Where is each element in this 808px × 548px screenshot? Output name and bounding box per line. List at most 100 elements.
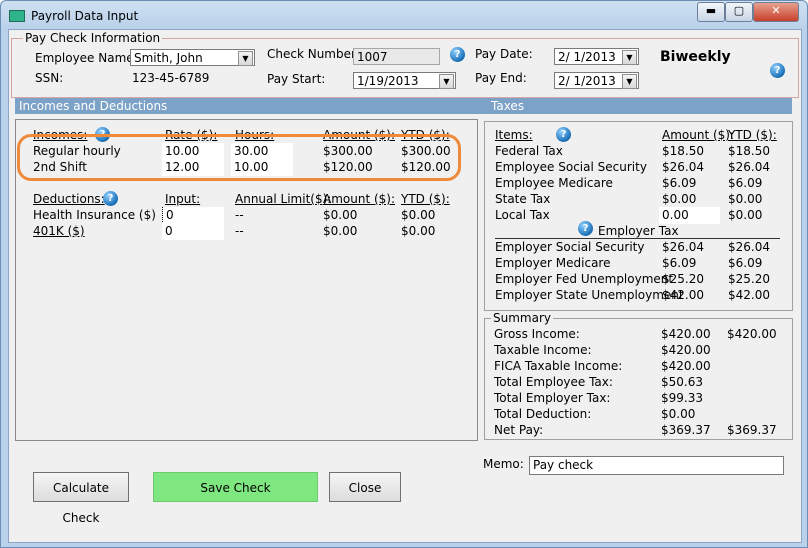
deductions-header: Deductions: bbox=[33, 192, 105, 206]
summary-current: $420.00 bbox=[661, 359, 711, 373]
frequency-help-icon[interactable]: ? bbox=[770, 63, 785, 78]
tax-item-ytd: $26.04 bbox=[728, 160, 770, 174]
maximize-button[interactable]: ▢ bbox=[725, 2, 753, 22]
chevron-down-icon[interactable]: ▼ bbox=[439, 74, 454, 89]
deductions-help-icon[interactable]: ? bbox=[103, 191, 118, 206]
summary-current: $420.00 bbox=[661, 327, 711, 341]
ytd-header: YTD ($): bbox=[401, 192, 450, 206]
tax-item-ytd: $0.00 bbox=[728, 192, 763, 206]
title-bar[interactable]: Payroll Data Input ▬ ▢ ✕ bbox=[1, 1, 807, 31]
deduction-name-link[interactable]: 401K ($) bbox=[33, 224, 85, 238]
employee-name-label: Employee Name: bbox=[35, 51, 138, 65]
window-title: Payroll Data Input bbox=[31, 9, 139, 23]
pay-date-picker[interactable]: 2/ 1/2013 ▼ bbox=[554, 48, 639, 65]
tax-item-name: Federal Tax bbox=[495, 144, 563, 158]
deduction-input[interactable]: 0 bbox=[162, 207, 224, 224]
tax-item-name: State Tax bbox=[495, 192, 551, 206]
employer-tax-amount: $42.00 bbox=[662, 288, 704, 302]
pay-start-label: Pay Start: bbox=[267, 72, 326, 86]
save-check-button[interactable]: Save Check bbox=[153, 472, 318, 502]
summary-label: FICA Taxable Income: bbox=[494, 359, 623, 373]
pay-start-value: 1/19/2013 bbox=[357, 74, 419, 88]
employer-tax-name: Employer Social Security bbox=[495, 240, 645, 254]
client-area: Pay Check Information Employee Name: Smi… bbox=[8, 29, 802, 543]
minimize-button[interactable]: ▬ bbox=[697, 2, 725, 22]
pay-end-label: Pay End: bbox=[475, 71, 527, 85]
local-tax-input[interactable]: 0.00 bbox=[659, 207, 720, 224]
employer-tax-amount: $26.04 bbox=[662, 240, 704, 254]
tax-item-amount: $6.09 bbox=[662, 176, 697, 190]
summary-current: $99.33 bbox=[661, 391, 703, 405]
summary-label: Total Employee Tax: bbox=[494, 375, 613, 389]
tax-item-name: Employee Social Security bbox=[495, 160, 647, 174]
deduction-limit: -- bbox=[235, 208, 244, 222]
deduction-name: Health Insurance ($) bbox=[33, 208, 156, 222]
pay-frequency: Biweekly bbox=[660, 49, 731, 65]
employer-tax-name: Employer Fed Unemployment bbox=[495, 272, 674, 286]
ssn-value: 123-45-6789 bbox=[132, 71, 210, 85]
tax-ytd-header: YTD ($): bbox=[728, 128, 777, 142]
pay-start-picker[interactable]: 1/19/2013 ▼ bbox=[353, 72, 456, 89]
items-header: Items: bbox=[495, 128, 533, 142]
employer-tax-ytd: $25.20 bbox=[728, 272, 770, 286]
pay-date-value: 2/ 1/2013 bbox=[558, 50, 616, 64]
pay-date-label: Pay Date: bbox=[475, 47, 533, 61]
close-button[interactable]: Close bbox=[329, 472, 401, 502]
tax-item-name: Employee Medicare bbox=[495, 176, 613, 190]
tax-item-ytd: $6.09 bbox=[728, 176, 763, 190]
calculate-check-button[interactable]: Calculate Check bbox=[33, 472, 129, 525]
employer-tax-label: Employer Tax bbox=[598, 224, 679, 238]
chevron-down-icon[interactable]: ▼ bbox=[622, 74, 637, 89]
amount-header: Amount ($): bbox=[323, 192, 396, 206]
employee-name-combo[interactable]: Smith, John ▼ bbox=[130, 49, 255, 66]
summary-label: Taxable Income: bbox=[494, 343, 592, 357]
employer-tax-name: Employer State Unemployment bbox=[495, 288, 684, 302]
check-number-help-icon[interactable]: ? bbox=[450, 47, 465, 62]
summary-label: Net Pay: bbox=[494, 423, 544, 437]
tax-amount-header: Amount ($): bbox=[662, 128, 735, 142]
employer-tax-help-icon[interactable]: ? bbox=[578, 221, 593, 236]
summary-ytd: $420.00 bbox=[727, 327, 777, 341]
summary-label: Gross Income: bbox=[494, 327, 580, 341]
ssn-label: SSN: bbox=[35, 71, 64, 85]
close-window-button[interactable]: ✕ bbox=[753, 2, 799, 22]
employer-tax-divider bbox=[495, 238, 780, 239]
app-icon bbox=[9, 10, 25, 22]
input-header: Input: bbox=[165, 192, 201, 206]
employer-tax-ytd: $42.00 bbox=[728, 288, 770, 302]
summary-ytd: $369.37 bbox=[727, 423, 777, 437]
deduction-limit: -- bbox=[235, 224, 244, 238]
employer-tax-amount: $25.20 bbox=[662, 272, 704, 286]
deduction-ytd: $0.00 bbox=[401, 208, 436, 222]
summary-current: $420.00 bbox=[661, 343, 711, 357]
summary-legend: Summary bbox=[491, 311, 553, 325]
pay-check-info-legend: Pay Check Information bbox=[23, 31, 163, 45]
incomes-deductions-header: Incomes and Deductions bbox=[19, 99, 168, 113]
check-number-field[interactable]: 1007 bbox=[353, 48, 440, 65]
summary-current: $0.00 bbox=[661, 407, 696, 421]
summary-label: Total Deduction: bbox=[494, 407, 592, 421]
check-number-label: Check Number: bbox=[267, 47, 360, 61]
tax-item-amount: $26.04 bbox=[662, 160, 704, 174]
employer-tax-amount: $6.09 bbox=[662, 256, 697, 270]
chevron-down-icon[interactable]: ▼ bbox=[238, 51, 253, 66]
employer-tax-ytd: $26.04 bbox=[728, 240, 770, 254]
employee-name-value: Smith, John bbox=[134, 51, 203, 65]
memo-field[interactable]: Pay check bbox=[529, 456, 784, 475]
deduction-input[interactable]: 0 bbox=[162, 223, 224, 240]
deduction-amount: $0.00 bbox=[323, 224, 358, 238]
tax-item-ytd: $18.50 bbox=[728, 144, 770, 158]
summary-current: $50.63 bbox=[661, 375, 703, 389]
tax-item-ytd: $0.00 bbox=[728, 208, 763, 222]
deduction-ytd: $0.00 bbox=[401, 224, 436, 238]
chevron-down-icon[interactable]: ▼ bbox=[622, 50, 637, 65]
tax-item-amount: $18.50 bbox=[662, 144, 704, 158]
payroll-window: Payroll Data Input ▬ ▢ ✕ Pay Check Infor… bbox=[0, 0, 808, 548]
deduction-amount: $0.00 bbox=[323, 208, 358, 222]
summary-label: Total Employer Tax: bbox=[494, 391, 611, 405]
pay-end-picker[interactable]: 2/ 1/2013 ▼ bbox=[554, 72, 639, 89]
highlight-annotation bbox=[17, 134, 461, 181]
taxes-help-icon[interactable]: ? bbox=[556, 127, 571, 142]
tax-item-name: Local Tax bbox=[495, 208, 550, 222]
annual-limit-header: Annual Limit($): bbox=[235, 192, 332, 206]
